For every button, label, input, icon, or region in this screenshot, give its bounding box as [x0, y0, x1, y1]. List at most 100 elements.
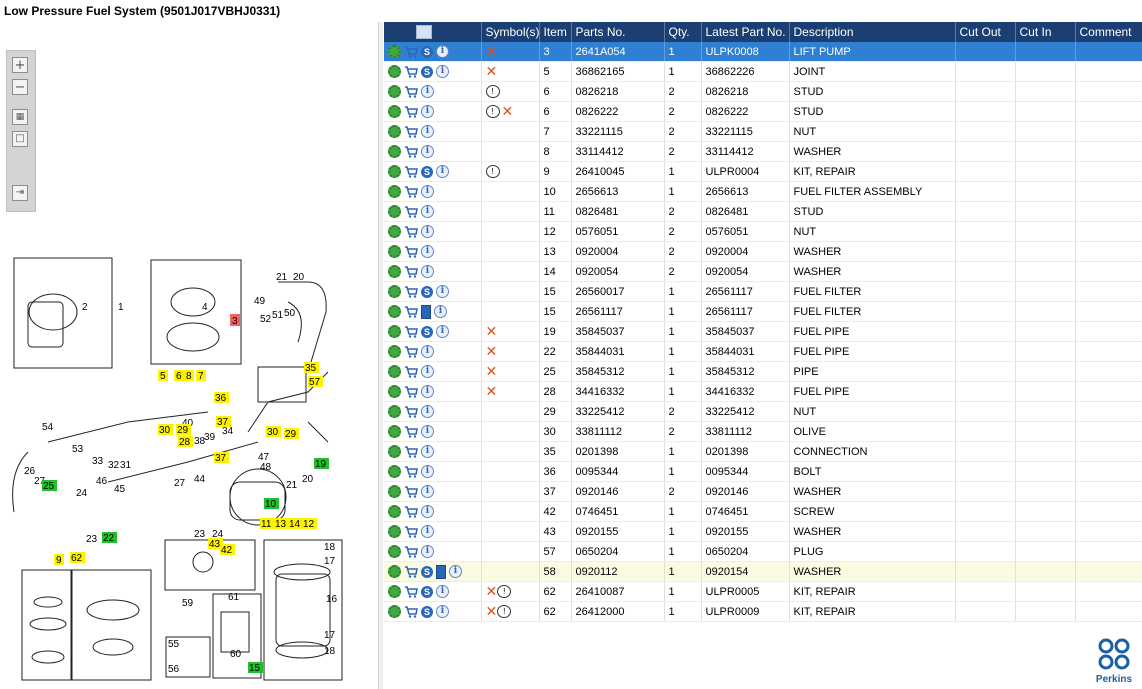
cart-icon[interactable]: [404, 405, 418, 418]
table-row[interactable]: i 11 0826481 2 0826481 STUD: [384, 201, 1142, 222]
cart-icon[interactable]: [404, 585, 418, 598]
info-icon[interactable]: i: [436, 605, 449, 618]
gear-icon[interactable]: [388, 225, 401, 238]
table-row[interactable]: i 35 0201398 1 0201398 CONNECTION: [384, 441, 1142, 462]
cart-icon[interactable]: [404, 445, 418, 458]
cart-icon[interactable]: [404, 185, 418, 198]
gear-icon[interactable]: [388, 145, 401, 158]
info-icon[interactable]: i: [421, 345, 434, 358]
gear-icon[interactable]: [388, 125, 401, 138]
gear-icon[interactable]: [388, 165, 401, 178]
supersession-icon[interactable]: S: [421, 65, 433, 78]
supersession-icon[interactable]: S: [421, 45, 433, 58]
info-icon[interactable]: i: [421, 505, 434, 518]
table-row[interactable]: i! ✕ 6 0826222 2 0826222 STUD: [384, 101, 1142, 122]
book-icon[interactable]: [421, 304, 431, 319]
table-row[interactable]: i 43 0920155 1 0920155 WASHER: [384, 521, 1142, 542]
cart-icon[interactable]: [404, 525, 418, 538]
table-row[interactable]: Si! 9 26410045 1 ULPR0004 KIT, REPAIR: [384, 161, 1142, 182]
table-row[interactable]: i 42 0746451 1 0746451 SCREW: [384, 501, 1142, 522]
gear-icon[interactable]: [388, 345, 401, 358]
gear-icon[interactable]: [388, 605, 401, 618]
cart-icon[interactable]: [404, 485, 418, 498]
gear-icon[interactable]: [388, 385, 401, 398]
info-icon[interactable]: i: [436, 585, 449, 598]
cart-icon[interactable]: [404, 465, 418, 478]
col-comment[interactable]: Comment: [1075, 22, 1142, 42]
cart-icon[interactable]: [404, 265, 418, 278]
fit-grid-icon[interactable]: ▦: [12, 109, 28, 125]
gear-icon[interactable]: [388, 265, 401, 278]
zoom-in-icon[interactable]: +: [12, 57, 28, 73]
col-qty[interactable]: Qty.: [664, 22, 702, 42]
table-row[interactable]: i 30 33811112 2 33811112 OLIVE: [384, 421, 1142, 442]
info-icon[interactable]: i: [421, 525, 434, 538]
info-icon[interactable]: i: [436, 65, 449, 78]
gear-icon[interactable]: [388, 525, 401, 538]
gear-icon[interactable]: [388, 545, 401, 558]
pane-splitter[interactable]: [378, 22, 383, 689]
cart-icon[interactable]: [404, 345, 418, 358]
info-icon[interactable]: i: [421, 385, 434, 398]
supersession-icon[interactable]: S: [421, 165, 433, 178]
cart-icon[interactable]: [404, 65, 418, 78]
cart-icon[interactable]: [404, 105, 418, 118]
cart-icon[interactable]: [404, 605, 418, 618]
info-icon[interactable]: i: [421, 125, 434, 138]
gear-icon[interactable]: [388, 105, 401, 118]
table-row[interactable]: i 57 0650204 1 0650204 PLUG: [384, 541, 1142, 562]
table-row[interactable]: i 12 0576051 2 0576051 NUT: [384, 221, 1142, 242]
exploded-parts-diagram[interactable]: 12 4 21 20 4952 51 50 545333 32 3140 393834 4…: [8, 252, 344, 684]
table-row[interactable]: i ✕ 22 35844031 1 35844031 FUEL PIPE: [384, 341, 1142, 362]
info-icon[interactable]: i: [421, 425, 434, 438]
info-icon[interactable]: i: [436, 325, 449, 338]
gear-icon[interactable]: [388, 365, 401, 378]
supersession-icon[interactable]: S: [421, 605, 433, 618]
gear-icon[interactable]: [388, 205, 401, 218]
info-icon[interactable]: i: [434, 305, 447, 318]
gear-icon[interactable]: [388, 85, 401, 98]
info-icon[interactable]: i: [421, 405, 434, 418]
export-icon[interactable]: ⇥: [12, 185, 28, 201]
table-row[interactable]: i ✕ 25 35845312 1 35845312 PIPE: [384, 361, 1142, 382]
table-row[interactable]: i 13 0920004 2 0920004 WASHER: [384, 241, 1142, 262]
cart-icon[interactable]: [404, 205, 418, 218]
gear-icon[interactable]: [388, 185, 401, 198]
table-row[interactable]: i 36 0095344 1 0095344 BOLT: [384, 461, 1142, 482]
cart-icon[interactable]: [404, 325, 418, 338]
info-icon[interactable]: i: [436, 285, 449, 298]
book-icon[interactable]: [436, 564, 446, 579]
table-row[interactable]: i ✕ 28 34416332 1 34416332 FUEL PIPE: [384, 381, 1142, 402]
info-icon[interactable]: i: [421, 225, 434, 238]
supersession-icon[interactable]: S: [421, 565, 433, 578]
cart-icon[interactable]: [404, 225, 418, 238]
col-description[interactable]: Description: [789, 22, 956, 42]
gear-icon[interactable]: [388, 65, 401, 78]
gear-icon[interactable]: [388, 485, 401, 498]
cart-icon[interactable]: [404, 565, 418, 578]
col-icons[interactable]: [384, 22, 482, 42]
info-icon[interactable]: i: [436, 165, 449, 178]
gear-icon[interactable]: [388, 405, 401, 418]
gear-icon[interactable]: [388, 425, 401, 438]
supersession-icon[interactable]: S: [421, 325, 433, 338]
cart-icon[interactable]: [404, 45, 418, 58]
diagram-pane[interactable]: + − ▦ □ ⇥ 1 2 4 21 20 49 52 51 50 54 53 …: [0, 22, 378, 689]
table-row[interactable]: Si 58 0920112 1 0920154 WASHER: [384, 561, 1142, 582]
cart-icon[interactable]: [404, 125, 418, 138]
gear-icon[interactable]: [388, 505, 401, 518]
cart-icon[interactable]: [404, 245, 418, 258]
supersession-icon[interactable]: S: [421, 285, 433, 298]
cart-icon[interactable]: [404, 85, 418, 98]
table-row[interactable]: Si ✕! 62 26412000 1 ULPR0009 KIT, REPAIR: [384, 601, 1142, 622]
info-icon[interactable]: i: [421, 185, 434, 198]
table-row[interactable]: Si ✕! 62 26410087 1 ULPR0005 KIT, REPAIR: [384, 581, 1142, 602]
cart-icon[interactable]: [404, 545, 418, 558]
gear-icon[interactable]: [388, 285, 401, 298]
cart-icon[interactable]: [404, 165, 418, 178]
table-row[interactable]: i 8 33114412 2 33114412 WASHER: [384, 141, 1142, 162]
cart-icon[interactable]: [404, 285, 418, 298]
gear-icon[interactable]: [388, 585, 401, 598]
cart-icon[interactable]: [404, 505, 418, 518]
info-icon[interactable]: i: [421, 265, 434, 278]
